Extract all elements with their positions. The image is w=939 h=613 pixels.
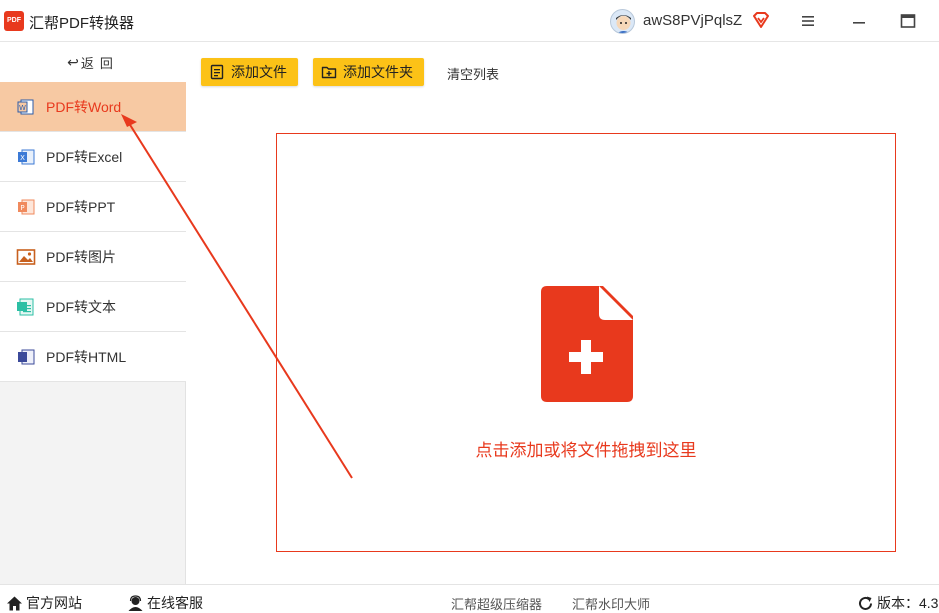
image-icon xyxy=(16,247,36,267)
back-arrow-icon: ↩ xyxy=(67,53,79,70)
title-bar: PDF 汇帮PDF转换器 awS8PVjPqlsZ xyxy=(0,0,939,42)
sidebar-item-label: PDF转Excel xyxy=(46,148,123,165)
username[interactable]: awS8PVjPqlsZ xyxy=(643,12,742,29)
sidebar-item-pdf-to-word[interactable]: W PDF转Word xyxy=(0,82,186,132)
sidebar-item-label: PDF转HTML xyxy=(46,348,127,365)
version-info[interactable]: 版本：4.3 xyxy=(857,593,938,613)
word-icon: W xyxy=(16,97,36,117)
version-label: 版本：4.3 xyxy=(877,595,939,611)
menu-icon[interactable] xyxy=(799,12,817,30)
sidebar-item-label: PDF转文本 xyxy=(46,298,116,315)
ppt-icon: P xyxy=(16,197,36,217)
add-folder-button[interactable]: 添加文件夹 xyxy=(313,58,424,86)
official-website-label: 官方网站 xyxy=(26,595,82,611)
svg-text:W: W xyxy=(19,104,26,112)
text-icon xyxy=(16,297,36,317)
add-folder-icon xyxy=(321,66,337,79)
back-button[interactable]: ↩ 返回 xyxy=(0,42,186,82)
maximize-icon[interactable] xyxy=(899,12,917,30)
support-agent-icon xyxy=(128,594,143,611)
sidebar-item-pdf-to-excel[interactable]: X PDF转Excel xyxy=(0,132,186,182)
file-drop-zone[interactable]: 点击添加或将文件拖拽到这里 xyxy=(276,133,896,552)
clear-list-button[interactable]: 清空列表 xyxy=(447,64,499,83)
add-file-button[interactable]: 添加文件 xyxy=(201,58,298,86)
sidebar-item-pdf-to-ppt[interactable]: P PDF转PPT xyxy=(0,182,186,232)
app-logo-icon: PDF xyxy=(4,11,24,31)
online-support-link[interactable]: 在线客服 xyxy=(127,593,203,613)
sidebar-item-pdf-to-html[interactable]: PDF转HTML xyxy=(0,332,186,382)
minimize-icon[interactable] xyxy=(850,12,868,30)
status-bar: 官方网站 在线客服 汇帮超级压缩器 汇帮水印大师 版本：4.3 xyxy=(0,584,939,613)
sidebar-item-label: PDF转Word xyxy=(46,98,122,115)
app-title: 汇帮PDF转换器 xyxy=(29,15,135,32)
vip-diamond-icon[interactable] xyxy=(751,10,771,30)
sidebar-item-pdf-to-text[interactable]: PDF转文本 xyxy=(0,282,186,332)
refresh-icon xyxy=(859,596,872,610)
excel-icon: X xyxy=(16,147,36,167)
add-document-icon xyxy=(541,286,633,402)
add-file-label: 添加文件 xyxy=(231,64,287,80)
nav-list: W PDF转Word X PDF转Excel P PDF转PPT PDF转图片 xyxy=(0,82,186,382)
home-icon xyxy=(7,596,22,610)
sidebar-item-label: PDF转图片 xyxy=(46,248,116,265)
add-folder-label: 添加文件夹 xyxy=(343,64,413,80)
svg-text:X: X xyxy=(20,154,25,162)
official-website-link[interactable]: 官方网站 xyxy=(6,593,82,613)
drop-hint-text: 点击添加或将文件拖拽到这里 xyxy=(475,441,697,460)
online-support-label: 在线客服 xyxy=(147,595,203,611)
avatar[interactable] xyxy=(610,9,635,34)
svg-text:P: P xyxy=(20,204,24,212)
sidebar: ↩ 返回 W PDF转Word X PDF转Excel P PDF转PPT PD… xyxy=(0,42,186,584)
html-icon xyxy=(16,347,36,367)
sidebar-item-label: PDF转PPT xyxy=(46,198,116,215)
watermark-link[interactable]: 汇帮水印大师 xyxy=(572,594,650,613)
compressor-link[interactable]: 汇帮超级压缩器 xyxy=(451,594,542,613)
add-file-icon xyxy=(210,64,224,80)
sidebar-item-pdf-to-image[interactable]: PDF转图片 xyxy=(0,232,186,282)
back-label: 返回 xyxy=(80,55,119,71)
